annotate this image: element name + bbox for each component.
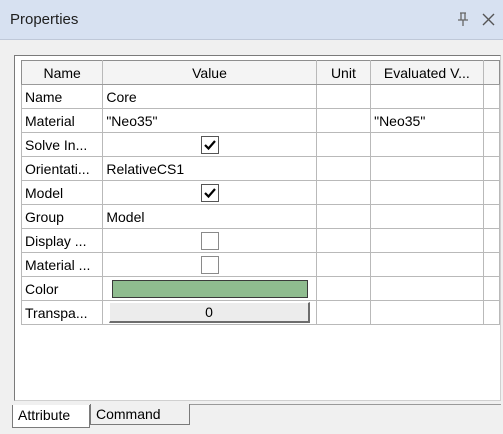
- property-row-color[interactable]: Color: [20, 276, 501, 301]
- checkmark-icon: [203, 139, 216, 150]
- tab-attribute[interactable]: Attribute: [12, 405, 90, 428]
- empty-cell: [482, 276, 501, 301]
- column-header-unit[interactable]: Unit: [315, 60, 372, 85]
- empty-cell: [482, 228, 501, 253]
- property-row-group[interactable]: Group Model: [20, 204, 501, 229]
- property-unit: [315, 276, 372, 301]
- property-evaluated-value: [370, 180, 484, 205]
- empty-cell: [482, 132, 501, 157]
- column-header-evaluated-value[interactable]: Evaluated V...: [370, 60, 484, 85]
- property-name: Model: [20, 180, 104, 205]
- material-appearance-checkbox[interactable]: [200, 255, 219, 274]
- property-evaluated-value: [370, 228, 484, 253]
- property-unit: [315, 156, 372, 181]
- properties-grid: Name Value Unit Evaluated V... Name Core…: [20, 60, 501, 325]
- empty-cell: [482, 180, 501, 205]
- transparency-button[interactable]: 0: [109, 302, 310, 323]
- tab-strip-divider: [190, 404, 501, 405]
- property-unit: [315, 228, 372, 253]
- panel-titlebar: Properties: [0, 0, 503, 40]
- property-value[interactable]: Core: [102, 84, 317, 109]
- property-evaluated-value: [370, 132, 484, 157]
- empty-cell: [482, 204, 501, 229]
- property-row-model[interactable]: Model: [20, 180, 501, 205]
- column-header-value[interactable]: Value: [102, 60, 317, 85]
- property-name: Material ...: [20, 252, 104, 277]
- column-header-name[interactable]: Name: [20, 60, 104, 85]
- properties-frame: Name Value Unit Evaluated V... Name Core…: [14, 55, 501, 401]
- solve-inside-checkbox[interactable]: [200, 135, 219, 154]
- property-unit: [315, 132, 372, 157]
- property-row-orientation[interactable]: Orientati... RelativeCS1: [20, 156, 501, 181]
- property-row-name[interactable]: Name Core: [20, 84, 501, 109]
- empty-cell: [482, 156, 501, 181]
- property-name: Transpa...: [20, 300, 104, 325]
- checkmark-icon: [203, 187, 216, 198]
- property-evaluated-value: [370, 252, 484, 277]
- property-value: [102, 132, 317, 157]
- property-row-transparency[interactable]: Transpa... 0: [20, 300, 501, 325]
- property-evaluated-value: [370, 84, 484, 109]
- model-checkbox[interactable]: [200, 183, 219, 202]
- property-evaluated-value: [370, 204, 484, 229]
- property-row-material-appearance[interactable]: Material ...: [20, 252, 501, 277]
- property-name: Color: [20, 276, 104, 301]
- tab-command[interactable]: Command: [90, 404, 190, 425]
- property-value: 0: [102, 300, 317, 325]
- property-evaluated-value: [370, 300, 484, 325]
- property-value[interactable]: "Neo35": [102, 108, 317, 133]
- property-name: Solve In...: [20, 132, 104, 157]
- property-unit: [315, 204, 372, 229]
- property-unit: [315, 108, 372, 133]
- column-header-filler: [482, 60, 501, 85]
- property-value: [102, 228, 317, 253]
- property-value: [102, 180, 317, 205]
- empty-cell: [482, 252, 501, 277]
- empty-cell: [482, 108, 501, 133]
- display-wireframe-checkbox[interactable]: [200, 231, 219, 250]
- empty-cell: [482, 84, 501, 109]
- pin-icon[interactable]: [455, 10, 471, 28]
- property-name: Orientati...: [20, 156, 104, 181]
- property-row-display-wireframe[interactable]: Display ...: [20, 228, 501, 253]
- property-evaluated-value: [370, 276, 484, 301]
- close-icon[interactable]: [480, 10, 498, 28]
- empty-cell: [482, 300, 501, 325]
- property-unit: [315, 300, 372, 325]
- property-unit: [315, 180, 372, 205]
- property-value: [102, 276, 317, 301]
- property-name: Group: [20, 204, 104, 229]
- property-row-material[interactable]: Material "Neo35" "Neo35": [20, 108, 501, 133]
- property-unit: [315, 252, 372, 277]
- property-name: Name: [20, 84, 104, 109]
- property-value[interactable]: Model: [102, 204, 317, 229]
- property-unit: [315, 84, 372, 109]
- property-value: [102, 252, 317, 277]
- property-name: Material: [20, 108, 104, 133]
- panel-title: Properties: [10, 11, 79, 28]
- property-row-solve-inside[interactable]: Solve In...: [20, 132, 501, 157]
- property-evaluated-value: "Neo35": [370, 108, 484, 133]
- color-swatch[interactable]: [111, 279, 308, 298]
- property-value[interactable]: RelativeCS1: [102, 156, 317, 181]
- property-evaluated-value: [370, 156, 484, 181]
- property-name: Display ...: [20, 228, 104, 253]
